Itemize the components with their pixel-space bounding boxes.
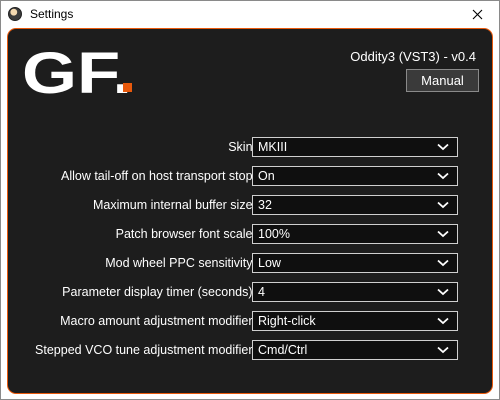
setting-row-mod-wheel: Mod wheel PPC sensitivity: Low	[8, 253, 492, 275]
setting-row-buffer-size: Maximum internal buffer size: 32	[8, 195, 492, 217]
font-scale-select[interactable]: 100%	[252, 224, 458, 244]
setting-label: Mod wheel PPC sensitivity:	[105, 256, 256, 270]
app-icon	[8, 7, 22, 21]
logo-text: GF.	[22, 47, 132, 95]
settings-panel: GF. Oddity3 (VST3) - v0.4 Manual Skin: M…	[7, 28, 493, 394]
chevron-down-icon	[437, 230, 449, 238]
chevron-down-icon	[437, 259, 449, 267]
mod-wheel-select[interactable]: Low	[252, 253, 458, 273]
setting-row-vco-modifier: Stepped VCO tune adjustment modifier: Cm…	[8, 340, 492, 362]
chevron-down-icon	[437, 317, 449, 325]
select-value: On	[258, 169, 275, 183]
gf-logo: GF.	[22, 47, 132, 95]
settings-window: Settings GF. Oddity3 (VST3) - v0.4 Manua…	[0, 0, 500, 400]
setting-row-font-scale: Patch browser font scale: 100%	[8, 224, 492, 246]
chevron-down-icon	[437, 288, 449, 296]
select-value: Right-click	[258, 314, 316, 328]
setting-row-tail-off: Allow tail-off on host transport stop: O…	[8, 166, 492, 188]
setting-row-skin: Skin: MKIII	[8, 137, 492, 159]
tail-off-select[interactable]: On	[252, 166, 458, 186]
chevron-down-icon	[437, 201, 449, 209]
vco-modifier-select[interactable]: Cmd/Ctrl	[252, 340, 458, 360]
setting-label: Allow tail-off on host transport stop:	[60, 169, 256, 183]
setting-label: Stepped VCO tune adjustment modifier:	[35, 343, 256, 357]
select-value: 100%	[258, 227, 290, 241]
chevron-down-icon	[437, 143, 449, 151]
setting-row-macro-modifier: Macro amount adjustment modifier: Right-…	[8, 311, 492, 333]
skin-select[interactable]: MKIII	[252, 137, 458, 157]
close-button[interactable]	[455, 1, 499, 27]
setting-row-display-timer: Parameter display timer (seconds): 4	[8, 282, 492, 304]
select-value: 4	[258, 285, 265, 299]
select-value: Low	[258, 256, 281, 270]
manual-button[interactable]: Manual	[406, 69, 479, 92]
select-value: MKIII	[258, 140, 288, 154]
logo-dot	[123, 83, 132, 92]
select-value: 32	[258, 198, 272, 212]
setting-label: Parameter display timer (seconds):	[62, 285, 256, 299]
chevron-down-icon	[437, 172, 449, 180]
close-icon	[472, 9, 482, 19]
window-title: Settings	[30, 7, 74, 21]
setting-label: Maximum internal buffer size:	[92, 198, 256, 212]
plugin-name: Oddity3 (VST3) - v0.4	[350, 49, 476, 64]
setting-label: Macro amount adjustment modifier:	[60, 314, 256, 328]
title-bar: Settings	[1, 1, 499, 27]
setting-label: Patch browser font scale:	[115, 227, 256, 241]
display-timer-select[interactable]: 4	[252, 282, 458, 302]
buffer-size-select[interactable]: 32	[252, 195, 458, 215]
select-value: Cmd/Ctrl	[258, 343, 308, 357]
chevron-down-icon	[437, 346, 449, 354]
macro-modifier-select[interactable]: Right-click	[252, 311, 458, 331]
